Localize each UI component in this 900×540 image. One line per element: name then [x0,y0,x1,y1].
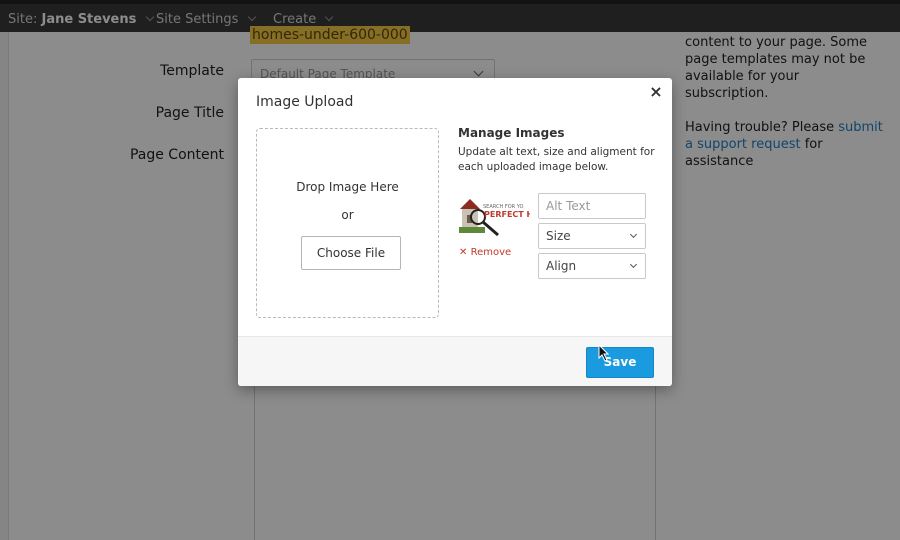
align-select-value: Align [546,259,577,273]
image-dropzone[interactable]: Drop Image Here or Choose File [256,128,439,318]
choose-file-button[interactable]: Choose File [301,236,401,270]
align-select[interactable]: Align [538,253,646,279]
modal-title: Image Upload [256,94,354,110]
or-text: or [341,208,354,222]
alt-text-input[interactable] [538,193,646,219]
manage-images-description: Update alt text, size and aligment for e… [458,146,655,173]
save-button[interactable]: Save [586,347,654,378]
size-select-value: Size [546,229,571,243]
size-select[interactable]: Size [538,223,646,249]
remove-label: Remove [470,247,512,258]
close-icon[interactable]: × [648,84,664,100]
thumb-caption-main: PERFECT H [484,210,530,219]
image-upload-modal: Image Upload × Drop Image Here or Choose… [238,78,672,386]
uploaded-image-thumbnail: SEARCH FOR YO PERFECT H [458,195,530,243]
manage-images-title: Manage Images [458,126,565,140]
chevron-down-icon [629,230,638,239]
drop-image-text: Drop Image Here [296,180,399,194]
chevron-down-icon [629,260,638,269]
remove-icon: ✕ [459,247,468,258]
remove-image-link[interactable]: ✕ Remove [459,247,511,258]
mouse-pointer-icon [598,344,610,362]
house-image-icon: SEARCH FOR YO PERFECT H [458,195,530,243]
